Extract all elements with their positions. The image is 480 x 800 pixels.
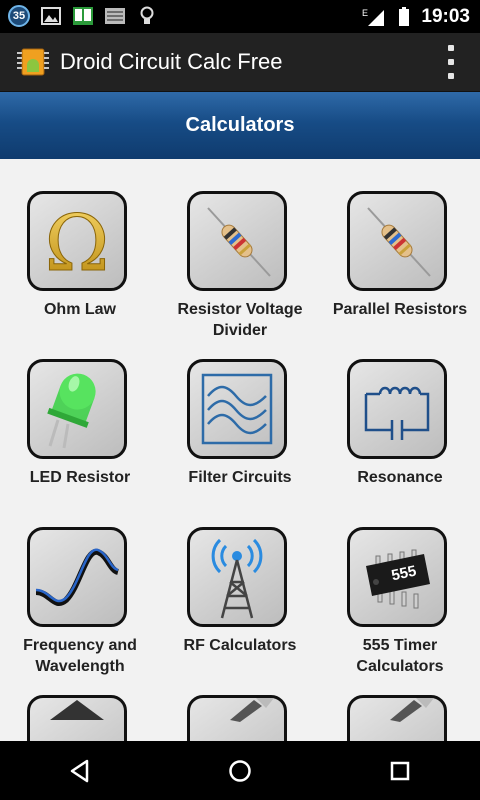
recents-button[interactable] [370,741,430,800]
overflow-dot-icon [448,59,454,65]
signal-icon: E [361,6,387,28]
home-circle-icon [229,759,251,782]
label-line-1: Resistor Voltage [177,301,303,318]
led-icon [47,373,96,449]
calculator-frequency-wavelength[interactable]: Frequency and Wavelength [0,495,160,675]
calculator-partial-item[interactable] [160,663,320,741]
calculator-partial-item[interactable] [0,663,160,741]
app-logo-icon [17,48,49,76]
system-navigation-bar [0,741,480,800]
antenna-tower-icon [211,538,263,619]
label-line-1: Parallel Resistors [332,301,468,318]
filter-wave-icon [201,373,273,445]
overflow-dot-icon [448,45,454,51]
book-notification-icon [72,5,94,27]
omega-icon: Ω [44,199,110,289]
clock: 19:03 [421,5,470,27]
calculator-tile: Ω [27,191,127,291]
section-title: Calculators [185,114,295,136]
action-bar: Droid Circuit Calc Free [0,33,480,92]
app-title: Droid Circuit Calc Free [60,49,283,74]
calculator-tile [27,359,127,459]
screen: 35 E 19:03 Droid Circuit Calc Free Calcu… [0,0,480,800]
overflow-menu-button[interactable] [444,45,458,79]
calculator-partial-item[interactable] [320,663,480,741]
calculator-tile [347,695,447,741]
label-line-1: RF Calculators [183,637,297,654]
calculator-tile [347,359,447,459]
calculator-tile [187,191,287,291]
calculator-label: Filter Circuits [160,467,320,488]
calculator-label: Resonance [320,467,480,488]
calculator-ohm-law[interactable]: Ω Ohm Law [0,159,160,329]
calculator-label: Ohm Law [0,299,160,320]
resistor-icon [367,207,431,277]
label-line-1: Ohm Law [43,301,116,318]
recents-square-icon [390,761,410,780]
calculator-label: RF Calculators [160,635,320,656]
label-line-1: 555 Timer [362,637,438,654]
resistor-icon [207,207,271,277]
calculator-tile [187,527,287,627]
calculator-grid: Ω Ohm Law Resistor Voltage Divider Paral… [0,159,480,741]
ic-chip-icon: 555 [366,549,430,609]
calculator-tile [187,695,287,741]
label-line-1: Filter Circuits [188,469,292,486]
label-line-1: Resonance [357,469,443,486]
label-line-1: LED Resistor [29,469,131,486]
back-button[interactable] [50,741,110,800]
svg-text:Ω: Ω [45,199,110,288]
probe-icon [230,698,274,722]
lc-circuit-icon [364,386,430,440]
calculator-label: LED Resistor [0,467,160,488]
label-line-1: Frequency and [23,637,137,654]
network-type-label: E [362,8,368,18]
image-notification-icon [40,5,62,27]
house-icon [50,700,104,720]
calculator-tile [27,695,127,741]
calculator-tile: 555 [347,527,447,627]
calculator-parallel-resistors[interactable]: Parallel Resistors [320,159,480,329]
calculator-tile [347,191,447,291]
back-triangle-icon [70,759,89,782]
calculator-led-resistor[interactable]: LED Resistor [0,327,160,497]
calculator-filter-circuits[interactable]: Filter Circuits [160,327,320,497]
calculator-tile [27,527,127,627]
keyboard-notification-icon [104,5,126,27]
calculator-label: Parallel Resistors [320,299,480,320]
calculator-resistor-voltage-divider[interactable]: Resistor Voltage Divider [160,159,320,339]
status-bar: 35 E 19:03 [0,0,480,33]
probe-icon [390,698,434,722]
overflow-dot-icon [448,73,454,79]
calculator-resonance[interactable]: Resonance [320,327,480,497]
calculator-555-timer[interactable]: 555 555 Timer Calculators [320,495,480,675]
sine-wave-icon [35,548,120,606]
home-button[interactable] [210,741,270,800]
lightbulb-notification-icon [136,5,158,27]
calculator-rf[interactable]: RF Calculators [160,495,320,665]
section-header: Calculators [0,92,480,159]
notification-badge: 35 [8,5,30,27]
calculator-tile [187,359,287,459]
battery-icon [397,6,411,28]
